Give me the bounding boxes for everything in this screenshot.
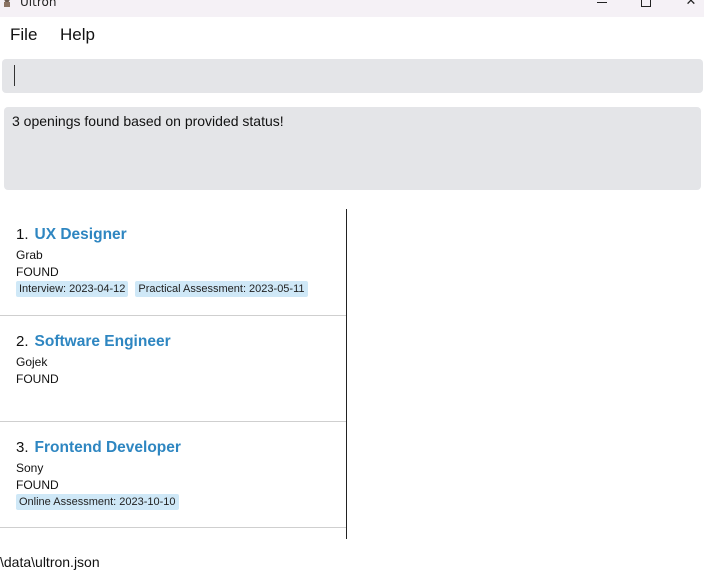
opening-title: Frontend Developer [34, 439, 181, 456]
opening-events: Interview: 2023-04-12 Practical Assessme… [16, 281, 308, 297]
status-bar: \data\ultron.json [0, 554, 704, 573]
opening-card[interactable]: 1. UX Designer Grab FOUND Interview: 202… [0, 209, 346, 316]
command-input[interactable] [12, 63, 692, 89]
menu-file[interactable]: File [10, 25, 37, 45]
opening-header: 2. Software Engineer [16, 333, 171, 351]
window-title: Ultron [20, 0, 57, 9]
opening-company: Sony [16, 461, 44, 475]
opening-index: 1. [16, 226, 29, 243]
result-message: 3 openings found based on provided statu… [12, 113, 284, 129]
event-tag: Interview: 2023-04-12 [16, 281, 129, 297]
command-box [2, 59, 703, 93]
opening-status: FOUND [16, 478, 59, 492]
opening-status: FOUND [16, 265, 59, 279]
menu-help[interactable]: Help [60, 25, 95, 45]
opening-status: FOUND [16, 372, 59, 386]
opening-index: 3. [16, 439, 29, 456]
maximize-icon [641, 0, 651, 7]
maximize-button[interactable] [636, 0, 656, 8]
minimize-button[interactable] [592, 0, 612, 8]
event-tag: Practical Assessment: 2023-05-11 [135, 281, 308, 297]
opening-list[interactable]: 1. UX Designer Grab FOUND Interview: 202… [0, 209, 347, 539]
result-display[interactable]: 3 openings found based on provided statu… [4, 107, 701, 190]
opening-header: 1. UX Designer [16, 226, 127, 244]
opening-title: Software Engineer [34, 333, 171, 350]
opening-company: Grab [16, 248, 43, 262]
close-icon: ✕ [685, 0, 697, 9]
opening-company: Gojek [16, 355, 48, 369]
opening-card[interactable]: 3. Frontend Developer Sony FOUND Online … [0, 422, 346, 528]
app-logo-icon [4, 0, 10, 7]
event-tag: Online Assessment: 2023-10-10 [16, 494, 179, 510]
opening-index: 2. [16, 333, 29, 350]
opening-events: Online Assessment: 2023-10-10 [16, 494, 179, 510]
opening-card[interactable]: 2. Software Engineer Gojek FOUND [0, 316, 346, 422]
title-bar[interactable]: Ultron ✕ [0, 0, 704, 17]
save-file-path: \data\ultron.json [0, 554, 100, 570]
close-button[interactable]: ✕ [681, 0, 701, 9]
menu-bar: File Help [0, 17, 704, 55]
app-window: Ultron ✕ File Help 3 openings found base… [0, 0, 704, 573]
minimize-icon [597, 1, 607, 3]
text-caret [14, 65, 15, 86]
opening-title: UX Designer [34, 226, 127, 243]
opening-header: 3. Frontend Developer [16, 439, 181, 457]
